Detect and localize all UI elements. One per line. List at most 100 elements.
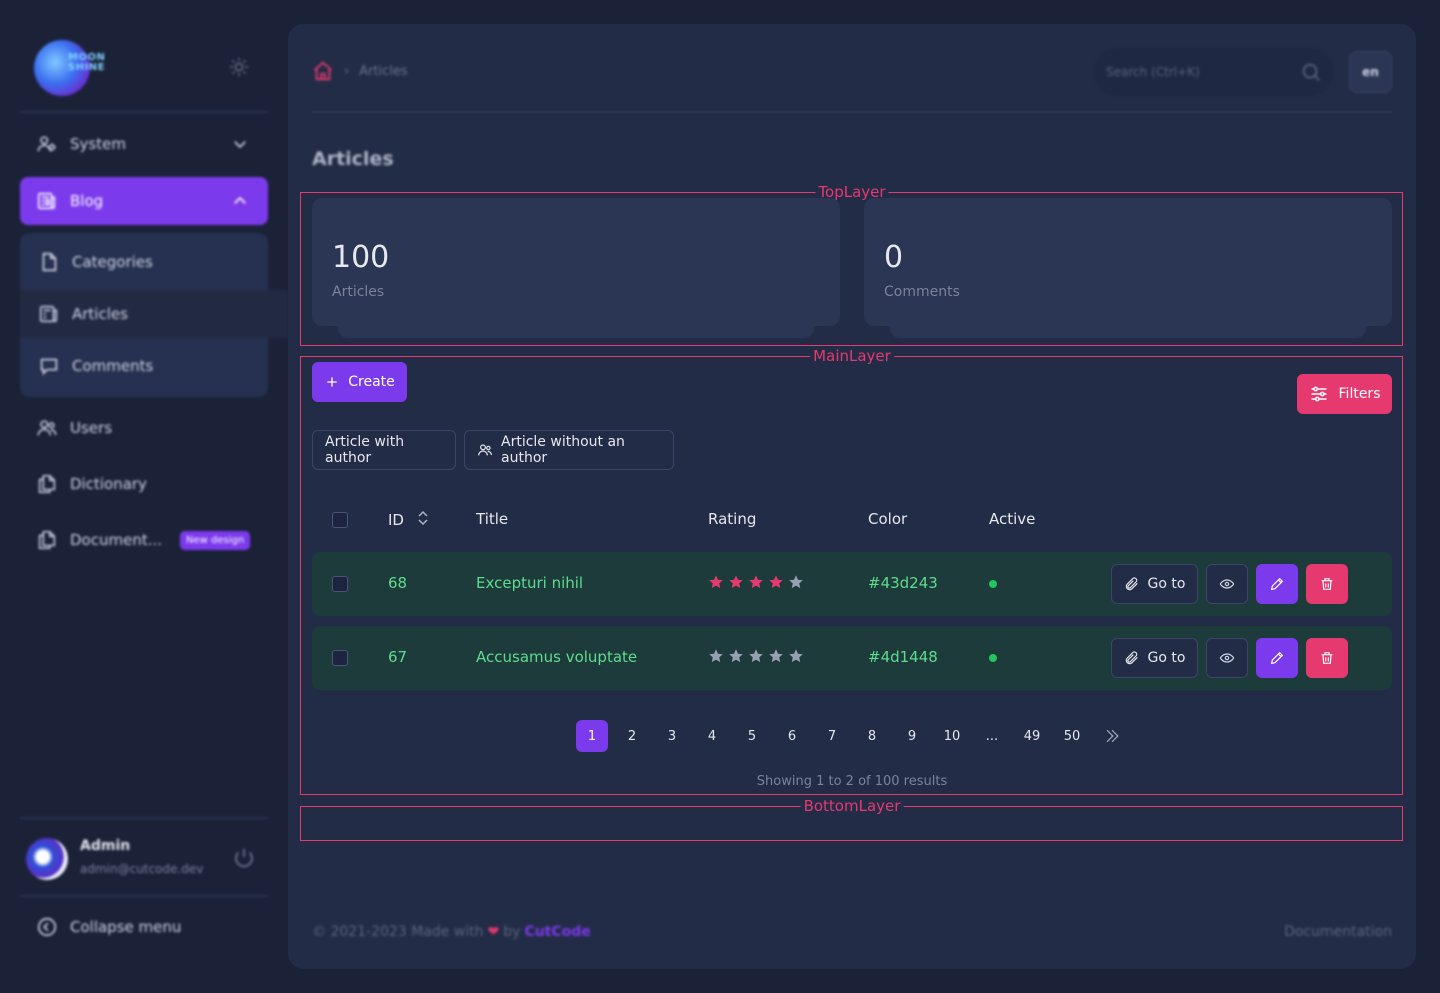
article-with-author-button[interactable]: Article with author — [312, 430, 456, 470]
home-icon[interactable] — [312, 60, 334, 82]
page-button[interactable]: 5 — [736, 720, 768, 752]
page-button[interactable]: 8 — [856, 720, 888, 752]
logo[interactable]: MOON SHINE — [34, 38, 130, 98]
sidebar-item-documents[interactable]: Document... New design — [20, 516, 268, 564]
star-icon — [709, 649, 723, 663]
filters-button[interactable]: Filters — [1297, 374, 1392, 414]
language-switcher[interactable]: en — [1349, 51, 1392, 93]
page-button[interactable]: 7 — [816, 720, 848, 752]
active-status-dot — [989, 654, 997, 662]
search-input[interactable]: Search (Ctrl+K) — [1094, 48, 1334, 96]
page-title: Articles — [312, 148, 394, 170]
column-header-active: Active — [989, 510, 1036, 528]
row-title: Excepturi nihil — [476, 574, 584, 592]
column-header-id[interactable]: ID — [388, 510, 429, 529]
row-checkbox[interactable] — [332, 650, 348, 666]
documentation-link[interactable]: Documentation — [1284, 924, 1392, 940]
sidebar-item-users[interactable]: Users — [20, 404, 268, 452]
table-header: ID Title Rating Color Active — [312, 504, 1392, 534]
chevron-up-icon — [230, 191, 250, 211]
users-gear-icon — [36, 133, 58, 155]
metric-value: 100 — [332, 240, 390, 275]
article-without-author-button[interactable]: Article without an author — [464, 430, 674, 470]
sidebar-divider — [20, 817, 268, 819]
page-button[interactable]: 3 — [656, 720, 688, 752]
user-name: Admin — [80, 838, 131, 854]
page-button[interactable]: 10 — [936, 720, 968, 752]
table-row: 67 Accusamus voluptate #4d1448 Go to — [312, 626, 1392, 690]
star-icon — [709, 575, 723, 589]
page-button[interactable]: 49 — [1016, 720, 1048, 752]
submenu-item-categories[interactable]: Categories — [38, 238, 153, 286]
select-all-checkbox[interactable] — [332, 512, 348, 528]
breadcrumb-separator: › — [344, 63, 350, 79]
edit-button[interactable] — [1256, 564, 1298, 604]
view-button[interactable] — [1206, 638, 1248, 678]
delete-button[interactable] — [1306, 564, 1348, 604]
pagination-ellipsis: ... — [985, 728, 999, 744]
trash-icon — [1321, 652, 1333, 664]
star-icon — [729, 649, 743, 663]
page-button[interactable]: 2 — [616, 720, 648, 752]
cutcode-link[interactable]: CutCode — [524, 924, 590, 940]
page-button[interactable]: 50 — [1056, 720, 1088, 752]
sidebar: MOON SHINE System Blog Categories Articl… — [0, 0, 288, 993]
create-button-label: Create — [348, 374, 395, 390]
article-with-author-label: Article with author — [325, 434, 405, 466]
metric-label: Comments — [884, 284, 960, 300]
next-page-icon[interactable] — [1096, 720, 1128, 752]
row-id: 67 — [388, 648, 408, 666]
star-icon — [729, 575, 743, 589]
sidebar-item-system[interactable]: System — [20, 120, 268, 168]
row-title: Accusamus voluptate — [476, 648, 638, 666]
submenu-item-label: Comments — [72, 357, 154, 375]
edit-button[interactable] — [1256, 638, 1298, 678]
arrow-left-circle-icon — [36, 916, 58, 938]
row-color: #43d243 — [868, 574, 938, 592]
search-icon[interactable] — [1300, 61, 1322, 83]
bottom-layer-label: BottomLayer — [800, 797, 904, 815]
avatar[interactable] — [26, 838, 68, 880]
submenu-item-comments[interactable]: Comments — [38, 342, 153, 390]
create-button[interactable]: Create — [312, 362, 407, 402]
sidebar-item-dictionary[interactable]: Dictionary — [20, 460, 268, 508]
row-color: #4d1448 — [868, 648, 938, 666]
page-button[interactable]: 1 — [576, 720, 608, 752]
row-checkbox[interactable] — [332, 576, 348, 592]
trash-icon — [1321, 578, 1333, 590]
breadcrumb-current[interactable]: Articles — [359, 64, 407, 79]
collapse-menu-button[interactable]: Collapse menu — [36, 916, 181, 938]
metric-card-articles: 100 Articles — [312, 198, 840, 338]
submenu-item-articles[interactable]: Articles — [38, 290, 128, 338]
theme-toggle-icon[interactable] — [228, 56, 250, 78]
metric-label: Articles — [332, 284, 385, 300]
go-to-button[interactable]: Go to — [1111, 638, 1198, 678]
active-status-dot — [989, 580, 997, 588]
page-button[interactable]: 9 — [896, 720, 928, 752]
chat-icon — [38, 355, 60, 377]
star-icon — [749, 649, 763, 663]
user-email: admin@cutcode.dev — [80, 862, 204, 876]
page-button[interactable]: 4 — [696, 720, 728, 752]
sidebar-item-label: Document... — [70, 531, 163, 549]
header-divider — [312, 111, 1392, 113]
main-layer-label: MainLayer — [810, 347, 894, 365]
rating-stars — [708, 648, 804, 664]
sidebar-item-label: Blog — [70, 192, 104, 210]
star-icon — [789, 575, 803, 589]
sidebar-item-blog[interactable]: Blog — [20, 177, 268, 225]
collapse-menu-label: Collapse menu — [70, 918, 182, 936]
footer-by: by — [503, 924, 521, 940]
pencil-icon — [1270, 577, 1284, 591]
row-id: 68 — [388, 574, 408, 592]
view-button[interactable] — [1206, 564, 1248, 604]
blog-submenu: Categories Articles Comments — [20, 233, 288, 397]
submenu-item-label: Categories — [72, 253, 153, 271]
main-panel: › Articles Search (Ctrl+K) en Articles T… — [288, 24, 1416, 969]
page-button[interactable]: 6 — [776, 720, 808, 752]
submenu-item-label: Articles — [72, 305, 128, 323]
delete-button[interactable] — [1306, 638, 1348, 678]
new-design-badge: New design — [180, 530, 251, 550]
logout-power-icon[interactable] — [232, 846, 256, 870]
go-to-button[interactable]: Go to — [1111, 564, 1198, 604]
